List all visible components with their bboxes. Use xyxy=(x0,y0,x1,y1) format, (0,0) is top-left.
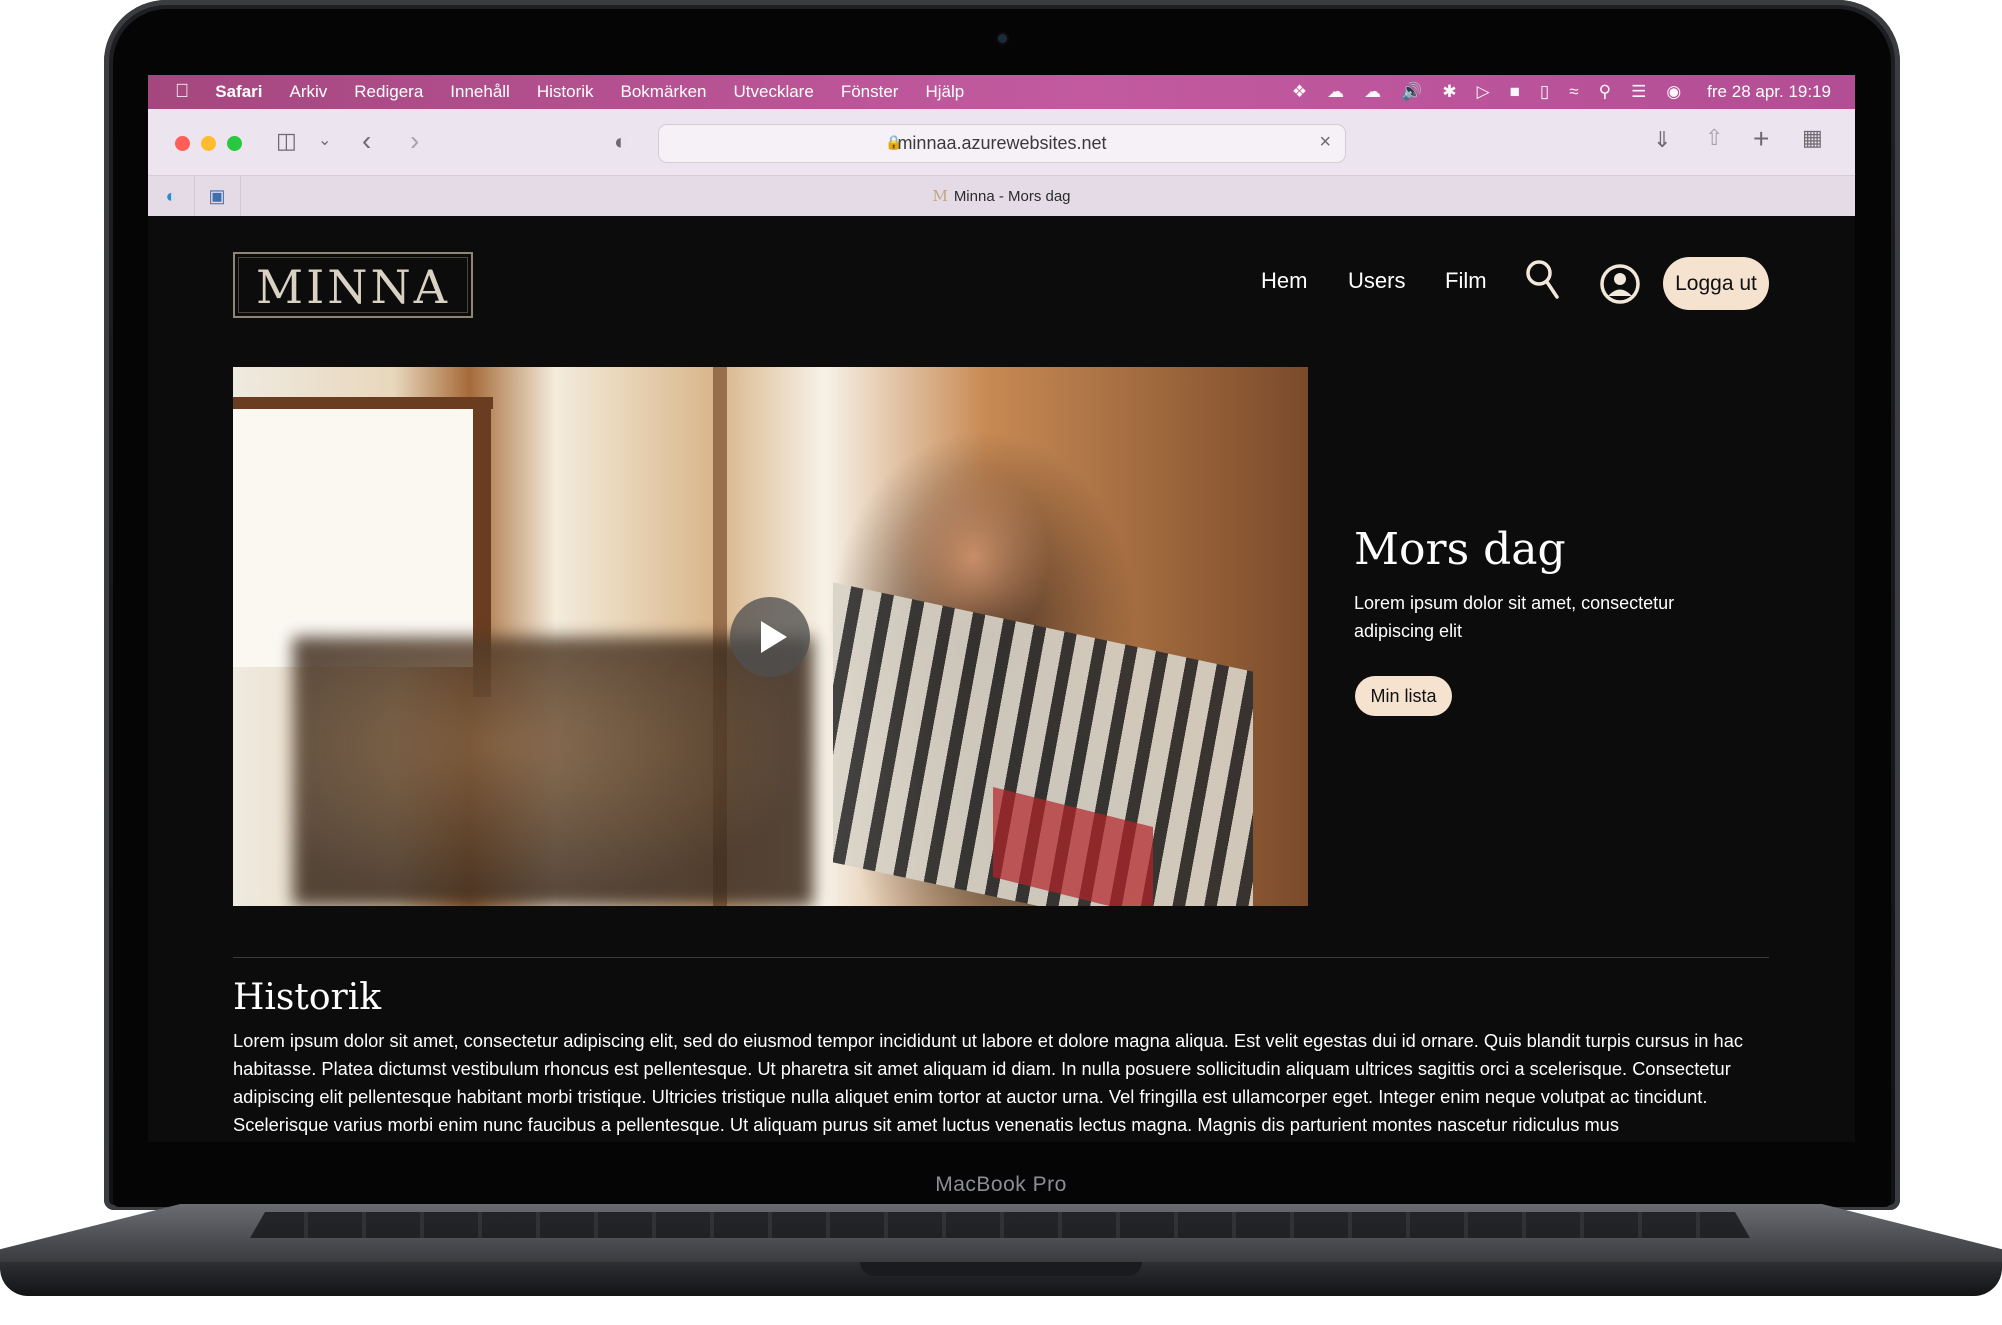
logo-text: MINNA xyxy=(256,260,450,314)
account-icon[interactable] xyxy=(1599,263,1641,310)
menu-hjalp[interactable]: Hjälp xyxy=(925,82,964,102)
close-window-button[interactable] xyxy=(175,136,190,151)
search-icon[interactable] xyxy=(1526,259,1560,306)
control-center-icon[interactable]: ☰ xyxy=(1631,82,1646,102)
privacy-shield-icon[interactable]: ◐ xyxy=(614,129,627,155)
fullscreen-window-button[interactable] xyxy=(227,136,242,151)
apple-logo-icon[interactable]:  xyxy=(175,81,189,103)
menu-historik[interactable]: Historik xyxy=(537,82,594,102)
search-icon[interactable]: ⚲ xyxy=(1599,82,1611,102)
video-still-frame xyxy=(233,397,493,409)
new-tab-icon[interactable]: + xyxy=(1753,123,1769,155)
section-divider xyxy=(233,957,1769,958)
website: MINNA Hem Users Film Logga ut Mors dag L… xyxy=(148,216,1855,1142)
tab-active[interactable]: M Minna - Mors dag xyxy=(148,187,1855,205)
back-icon[interactable]: ‹ xyxy=(362,125,371,157)
camera-icon xyxy=(998,34,1007,43)
chevron-down-icon[interactable]: ⌄ xyxy=(318,130,331,150)
mac-menubar:  Safari Arkiv Redigera Innehåll Histori… xyxy=(148,75,1855,109)
section-body: Lorem ipsum dolor sit amet, consectetur … xyxy=(233,1030,1744,1135)
minimize-window-button[interactable] xyxy=(201,136,216,151)
battery-icon[interactable]: ▯ xyxy=(1540,82,1549,102)
creative-cloud-icon[interactable]: ☁ xyxy=(1364,82,1381,102)
figma-icon[interactable]: ❖ xyxy=(1292,82,1307,102)
nav-users[interactable]: Users xyxy=(1348,268,1405,294)
logout-button[interactable]: Logga ut xyxy=(1663,257,1769,310)
screen:  Safari Arkiv Redigera Innehåll Histori… xyxy=(148,75,1855,1142)
tab-overview-icon[interactable]: ▦ xyxy=(1802,125,1823,151)
menu-redigera[interactable]: Redigera xyxy=(354,82,423,102)
downloads-icon[interactable]: ⇓ xyxy=(1653,127,1671,153)
app-icon[interactable]: ■ xyxy=(1510,82,1520,102)
browser-toolbar: ◫ ⌄ ‹ › ◐ 🔒 minnaa.azurewebsites.net × ⇓… xyxy=(148,109,1855,176)
menu-safari[interactable]: Safari xyxy=(215,82,262,102)
volume-icon[interactable]: 🔊 xyxy=(1401,82,1422,102)
tab-bar: ◐ ▣ M Minna - Mors dag xyxy=(148,176,1855,217)
minna-favicon-icon: M xyxy=(932,187,948,205)
clear-url-icon[interactable]: × xyxy=(1319,131,1331,154)
weather-icon[interactable]: ☁ xyxy=(1327,82,1344,102)
menu-bokmarken[interactable]: Bokmärken xyxy=(621,82,707,102)
wifi-icon[interactable]: ≈ xyxy=(1569,82,1578,102)
menu-fonster[interactable]: Fönster xyxy=(841,82,899,102)
site-logo[interactable]: MINNA xyxy=(233,252,473,318)
tab-title-text: Minna - Mors dag xyxy=(953,188,1071,205)
video-player[interactable] xyxy=(233,367,1308,906)
siri-icon[interactable]: ◉ xyxy=(1666,82,1681,102)
menubar-clock[interactable]: fre 28 apr. 19:19 xyxy=(1707,82,1831,102)
section-title: Historik xyxy=(233,977,382,1018)
share-icon[interactable]: ⇧ xyxy=(1705,125,1723,151)
play-icon[interactable]: ▷ xyxy=(1477,82,1490,102)
video-still-window xyxy=(233,407,473,667)
my-list-button[interactable]: Min lista xyxy=(1355,676,1452,716)
feature-description: Lorem ipsum dolor sit amet, consectetur … xyxy=(1354,593,1675,641)
forward-icon[interactable]: › xyxy=(410,125,419,157)
device-model-label: MacBook Pro xyxy=(935,1173,1067,1196)
bluetooth-icon[interactable]: ✱ xyxy=(1442,82,1456,102)
video-still-foreground xyxy=(293,637,813,906)
feature-title: Mors dag xyxy=(1354,524,1566,575)
sidebar-icon[interactable]: ◫ xyxy=(276,128,297,154)
play-icon[interactable] xyxy=(730,597,810,677)
laptop-notch xyxy=(860,1262,1142,1276)
status-area: ❖ ☁ ☁ 🔊 ✱ ▷ ■ ▯ ≈ ⚲ ☰ ◉ fre 28 apr. 19:1… xyxy=(1272,75,1831,109)
menu-innehall[interactable]: Innehåll xyxy=(450,82,510,102)
keyboard xyxy=(250,1212,1750,1238)
menu-arkiv[interactable]: Arkiv xyxy=(290,82,328,102)
url-text[interactable]: minnaa.azurewebsites.net xyxy=(659,133,1345,154)
address-bar[interactable]: 🔒 minnaa.azurewebsites.net × xyxy=(658,124,1346,163)
nav-film[interactable]: Film xyxy=(1445,268,1487,294)
nav-hem[interactable]: Hem xyxy=(1261,268,1307,294)
menu-utvecklare[interactable]: Utvecklare xyxy=(734,82,814,102)
